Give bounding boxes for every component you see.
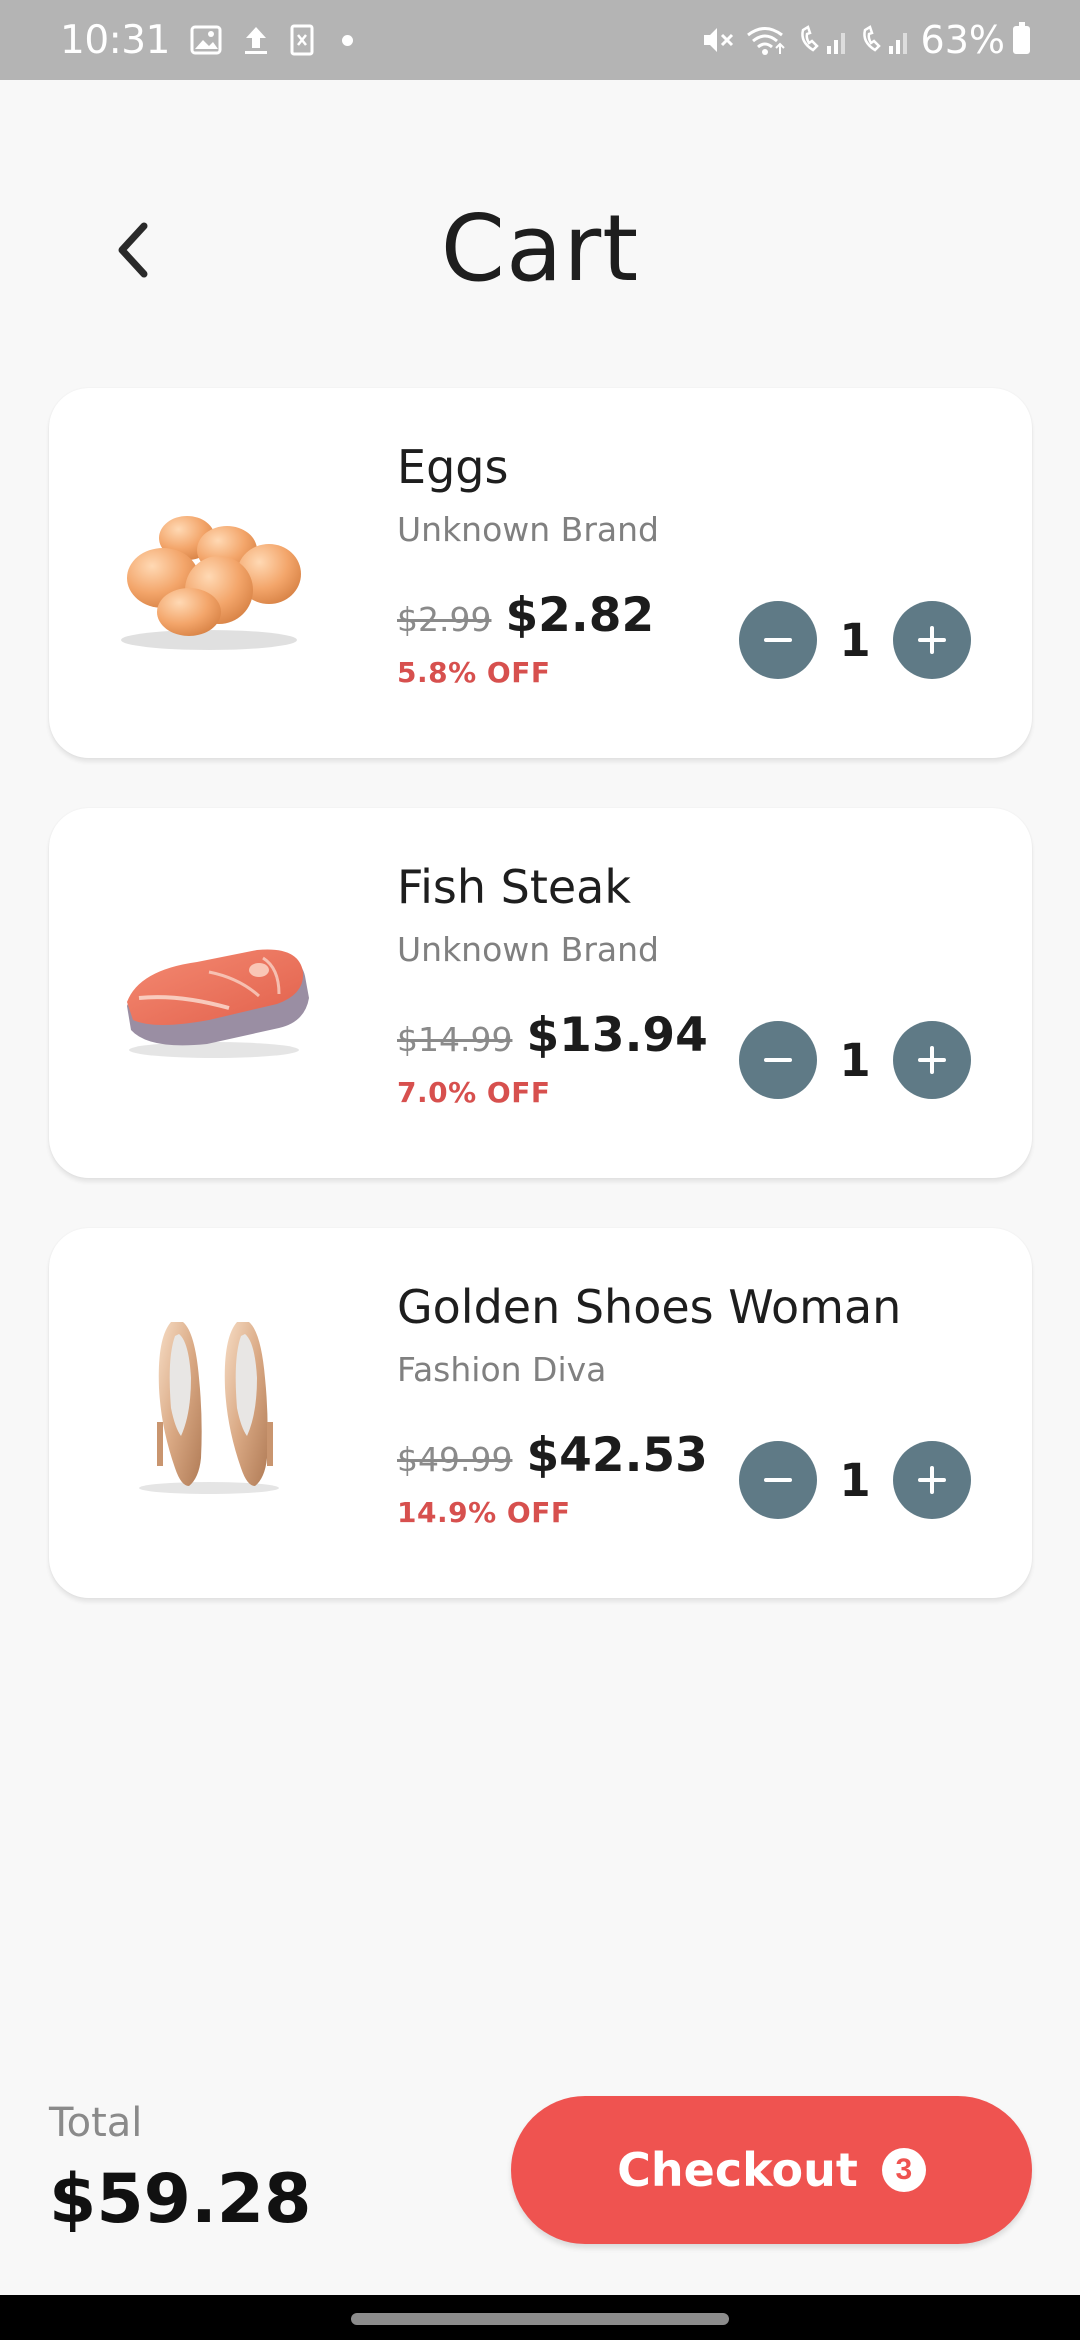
minus-icon [764,1478,792,1482]
upload-icon [242,24,270,56]
quantity-value: 1 [839,613,871,667]
product-name: Eggs [397,440,509,494]
minus-icon [764,638,792,642]
price-row: $49.99 $42.53 [397,1428,708,1483]
status-time: 10:31 [60,17,170,63]
minus-icon [764,1058,792,1062]
original-price: $2.99 [397,600,492,639]
home-indicator[interactable] [351,2313,729,2325]
increase-quantity-button[interactable] [893,601,971,679]
checkout-label: Checkout [617,2143,858,2197]
increase-quantity-button[interactable] [893,1021,971,1099]
total-value: $59.28 [49,2160,312,2239]
original-price: $14.99 [397,1020,513,1059]
cart-item-golden-shoes[interactable]: Golden Shoes Woman Fashion Diva $49.99 $… [49,1228,1032,1598]
image-icon [190,25,222,55]
cart-item-eggs[interactable]: Eggs Unknown Brand $2.99 $2.82 5.8% OFF … [49,388,1032,758]
total-label: Total [49,2100,143,2146]
battery-icon [1013,22,1030,54]
product-name: Fish Steak [397,860,631,914]
sim-icon [290,24,314,56]
decrease-quantity-button[interactable] [739,1021,817,1099]
cart-item-fish-steak[interactable]: Fish Steak Unknown Brand $14.99 $13.94 7… [49,808,1032,1178]
mute-icon [701,24,735,56]
decrease-quantity-button[interactable] [739,1441,817,1519]
sale-price: $13.94 [526,1008,708,1063]
status-bar-left: 10:31 [60,0,353,80]
product-name: Golden Shoes Woman [397,1280,902,1334]
sale-price: $42.53 [526,1428,708,1483]
plus-icon [918,1046,946,1074]
product-brand: Fashion Diva [397,1350,607,1389]
notification-dot-icon [341,34,353,46]
quantity-stepper: 1 [739,1441,971,1519]
discount-label: 14.9% OFF [397,1496,571,1529]
quantity-stepper: 1 [739,601,971,679]
plus-icon [918,1466,946,1494]
page-title: Cart [440,195,640,302]
cart-list: Eggs Unknown Brand $2.99 $2.82 5.8% OFF … [49,388,1032,1648]
call-signal-2-icon [859,24,911,56]
status-bar-right: 63% [691,0,1030,80]
plus-icon [918,626,946,654]
price-row: $14.99 $13.94 [397,1008,708,1063]
checkout-button[interactable]: Checkout 3 [511,2096,1032,2244]
product-brand: Unknown Brand [397,510,659,549]
discount-label: 7.0% OFF [397,1076,551,1109]
product-brand: Unknown Brand [397,930,659,969]
increase-quantity-button[interactable] [893,1441,971,1519]
original-price: $49.99 [397,1440,513,1479]
quantity-stepper: 1 [739,1021,971,1099]
sale-price: $2.82 [505,588,655,643]
price-row: $2.99 $2.82 [397,588,654,643]
eggs-image [109,478,309,658]
fish-steak-image [109,898,309,1078]
discount-label: 5.8% OFF [397,656,551,689]
call-signal-1-icon [797,24,849,56]
wifi-icon [745,24,787,56]
status-bar: 10:31 63% [0,0,1080,80]
quantity-value: 1 [839,1453,871,1507]
cart-count-badge: 3 [881,2148,926,2192]
battery-percentage: 63% [920,18,1005,62]
quantity-value: 1 [839,1033,871,1087]
decrease-quantity-button[interactable] [739,601,817,679]
golden-shoes-image [109,1318,309,1498]
